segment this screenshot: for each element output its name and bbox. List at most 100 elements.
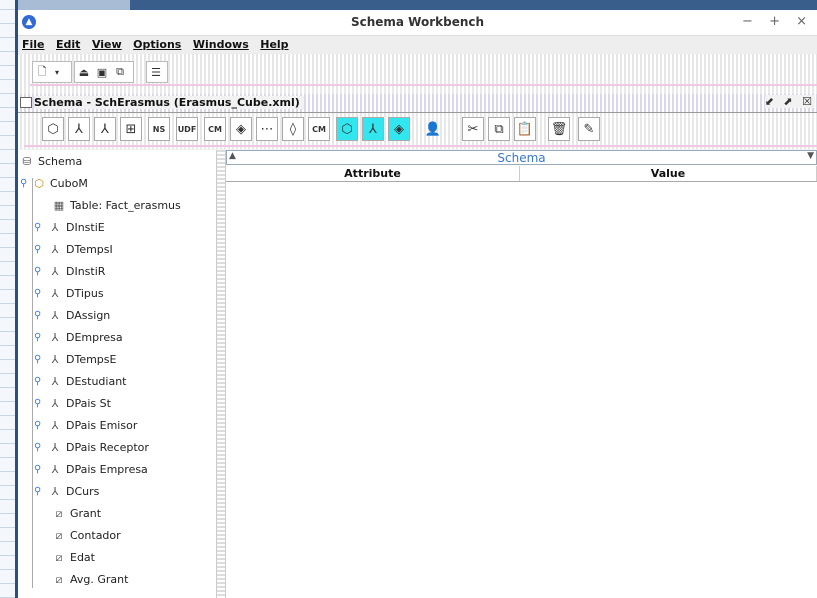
tree-node-dimension[interactable]: ⅄ DEstudiant [48,372,127,392]
tree-node-dimension[interactable]: ⅄ DCurs [48,482,100,502]
chevron-down-icon[interactable]: ▾ [51,63,63,81]
dimension-icon: ⅄ [51,353,59,366]
schema-toolbar: ⬡ ⅄ ⅄ ⊞ NS UDF CM ◈ ⋯ ◊ CM ⬡ ⅄ ◈ 👤 ✂ ⧉ 📋… [18,113,817,149]
tree-node-dimension[interactable]: ⅄ DInstiE [48,218,105,238]
dimension-icon: ⅄ [51,441,59,454]
attributes-panel: ▲ Schema ▼ Attribute Value [226,150,817,598]
add-named-set-button[interactable]: NS [148,117,170,141]
tree-node-schema[interactable]: ⛁ Schema [20,152,82,172]
paste-icon[interactable]: 📋 [514,117,536,141]
panel-header: ▲ Schema ▼ [226,150,817,165]
tree-node-dimension[interactable]: ⅄ DTipus [48,284,104,304]
menu-view[interactable]: View [88,36,126,54]
tree-guide-line [32,178,33,588]
triangle-down-icon[interactable]: ▼ [807,151,814,161]
tree-node-dimension[interactable]: ⅄ DPais Empresa [48,460,148,480]
add-hierarchy-icon[interactable]: ⊞ [120,117,142,141]
panel-title: Schema [497,151,546,165]
measure-icon: ⧄ [55,551,63,564]
tree-node-table[interactable]: ▦ Table: Fact_erasmus [52,196,181,216]
add-cm-property-icon[interactable]: CM [308,117,330,141]
dimension-icon: ⅄ [51,419,59,432]
table-header: Attribute Value [226,166,817,182]
window-controls[interactable]: − + × [742,14,813,29]
tree-node-dimension[interactable]: ⅄ DPais Emisor [48,416,138,436]
list-icon[interactable]: ☰ [147,63,165,81]
edit-icon[interactable]: ✎ [578,117,600,141]
expand-toggle-icon[interactable]: ⚲ [34,442,41,453]
menu-help[interactable]: Help [256,36,292,54]
expand-toggle-icon[interactable]: ⚲ [34,376,41,387]
preferences-button[interactable]: ☰ [146,61,168,83]
expand-toggle-icon[interactable]: ⚲ [34,420,41,431]
tree-node-dimension[interactable]: ⅄ DAssign [48,306,111,326]
column-attribute[interactable]: Attribute [226,166,520,181]
expand-toggle-icon[interactable]: ⚲ [34,464,41,475]
schema-frame: Schema - SchErasmus (Erasmus_Cube.xml) ⬋… [18,94,817,598]
file-buttons: ⏏ ▣ ⧉ [74,61,134,83]
tree-node-dimension[interactable]: ⅄ DInstiR [48,262,106,282]
expand-toggle-icon[interactable]: ⚲ [34,310,41,321]
tree-node-cube[interactable]: ⬡ CuboM [32,174,88,194]
delete-icon[interactable]: 🗑 [548,117,570,141]
tree-node-measure[interactable]: ⧄ Contador [52,526,121,546]
expand-toggle-icon[interactable]: ⚲ [34,354,41,365]
tree-node-dimension[interactable]: ⅄ DTempsI [48,240,113,260]
expand-toggle-icon[interactable]: ⚲ [34,244,41,255]
add-virtual-measure-icon[interactable]: ◈ [388,117,410,141]
expand-toggle-icon[interactable]: ⚲ [20,178,27,189]
expand-toggle-icon[interactable]: ⚲ [34,486,41,497]
app-window: ▲ Schema Workbench − + × File Edit View … [18,10,817,598]
tree-node-measure[interactable]: ⧄ Edat [52,548,96,568]
schema-frame-titlebar[interactable]: Schema - SchErasmus (Erasmus_Cube.xml) ⬋… [18,94,817,113]
tree-node-dimension[interactable]: ⅄ DTempsE [48,350,117,370]
menu-options[interactable]: Options [129,36,185,54]
save-all-icon[interactable]: ⧉ [111,63,129,81]
tree-node-dimension[interactable]: ⅄ DPais St [48,394,111,414]
tree-node-measure[interactable]: ⧄ Grant [52,504,102,524]
expand-toggle-icon[interactable]: ⚲ [34,266,41,277]
expand-toggle-icon[interactable]: ⚲ [34,222,41,233]
tree-node-dimension[interactable]: ⅄ DPais Receptor [48,438,149,458]
schema-tree: ⛁ Schema ⚲ ⬡ CuboM ▦ Table: Fact_erasmus ⚲ ⅄… [18,150,216,598]
add-property-icon[interactable]: ◊ [282,117,304,141]
add-cube-icon[interactable]: ⬡ [42,117,64,141]
frame-controls[interactable]: ⬋ ⬈ ☒ [764,95,815,108]
menu-edit[interactable]: Edit [52,36,84,54]
triangle-up-icon[interactable]: ▲ [229,151,236,161]
dimension-icon: ⅄ [51,287,59,300]
add-udf-button[interactable]: UDF [176,117,198,141]
menu-windows[interactable]: Windows [189,36,253,54]
dimension-icon: ⅄ [51,375,59,388]
tree-node-measure[interactable]: ⧄ Avg. Grant [52,570,129,590]
new-file-icon[interactable]: 🗋 [33,63,51,81]
desktop-edge [0,0,15,598]
expand-toggle-icon[interactable]: ⚲ [34,332,41,343]
add-virtual-dimension-icon[interactable]: ⅄ [362,117,384,141]
dimension-icon: ⅄ [51,243,59,256]
split-pane-divider[interactable] [216,150,226,598]
open-icon[interactable]: ⏏ [75,63,93,81]
add-measure-icon[interactable]: ◈ [230,117,252,141]
save-icon[interactable]: ▣ [93,63,111,81]
cut-icon[interactable]: ✂ [462,117,484,141]
main-toolbar: 🗋 ▾ ⏏ ▣ ⧉ ☰ [18,54,817,88]
tree-node-dimension[interactable]: ⅄ DEmpresa [48,328,123,348]
menu-file[interactable]: File [18,36,49,54]
add-level-icon[interactable]: ⋯ [256,117,278,141]
add-dimension-icon[interactable]: ⅄ [68,117,90,141]
add-role-icon[interactable]: 👤 [422,117,444,141]
schema-frame-title: Schema - SchErasmus (Erasmus_Cube.xml) [34,96,304,109]
database-icon: ⛁ [22,155,32,168]
dimension-icon: ⅄ [51,265,59,278]
copy-icon[interactable]: ⧉ [488,117,510,141]
expand-toggle-icon[interactable]: ⚲ [34,288,41,299]
add-calculated-member-button[interactable]: CM [204,117,226,141]
new-dropdown[interactable]: 🗋 ▾ [32,61,72,83]
add-virtual-cube-icon[interactable]: ⬡ [336,117,358,141]
schema-toolbar-divider [24,145,817,147]
add-dimension-usage-icon[interactable]: ⅄ [94,117,116,141]
expand-toggle-icon[interactable]: ⚲ [34,398,41,409]
column-value[interactable]: Value [520,166,817,181]
window-titlebar[interactable]: ▲ Schema Workbench − + × [18,10,817,36]
